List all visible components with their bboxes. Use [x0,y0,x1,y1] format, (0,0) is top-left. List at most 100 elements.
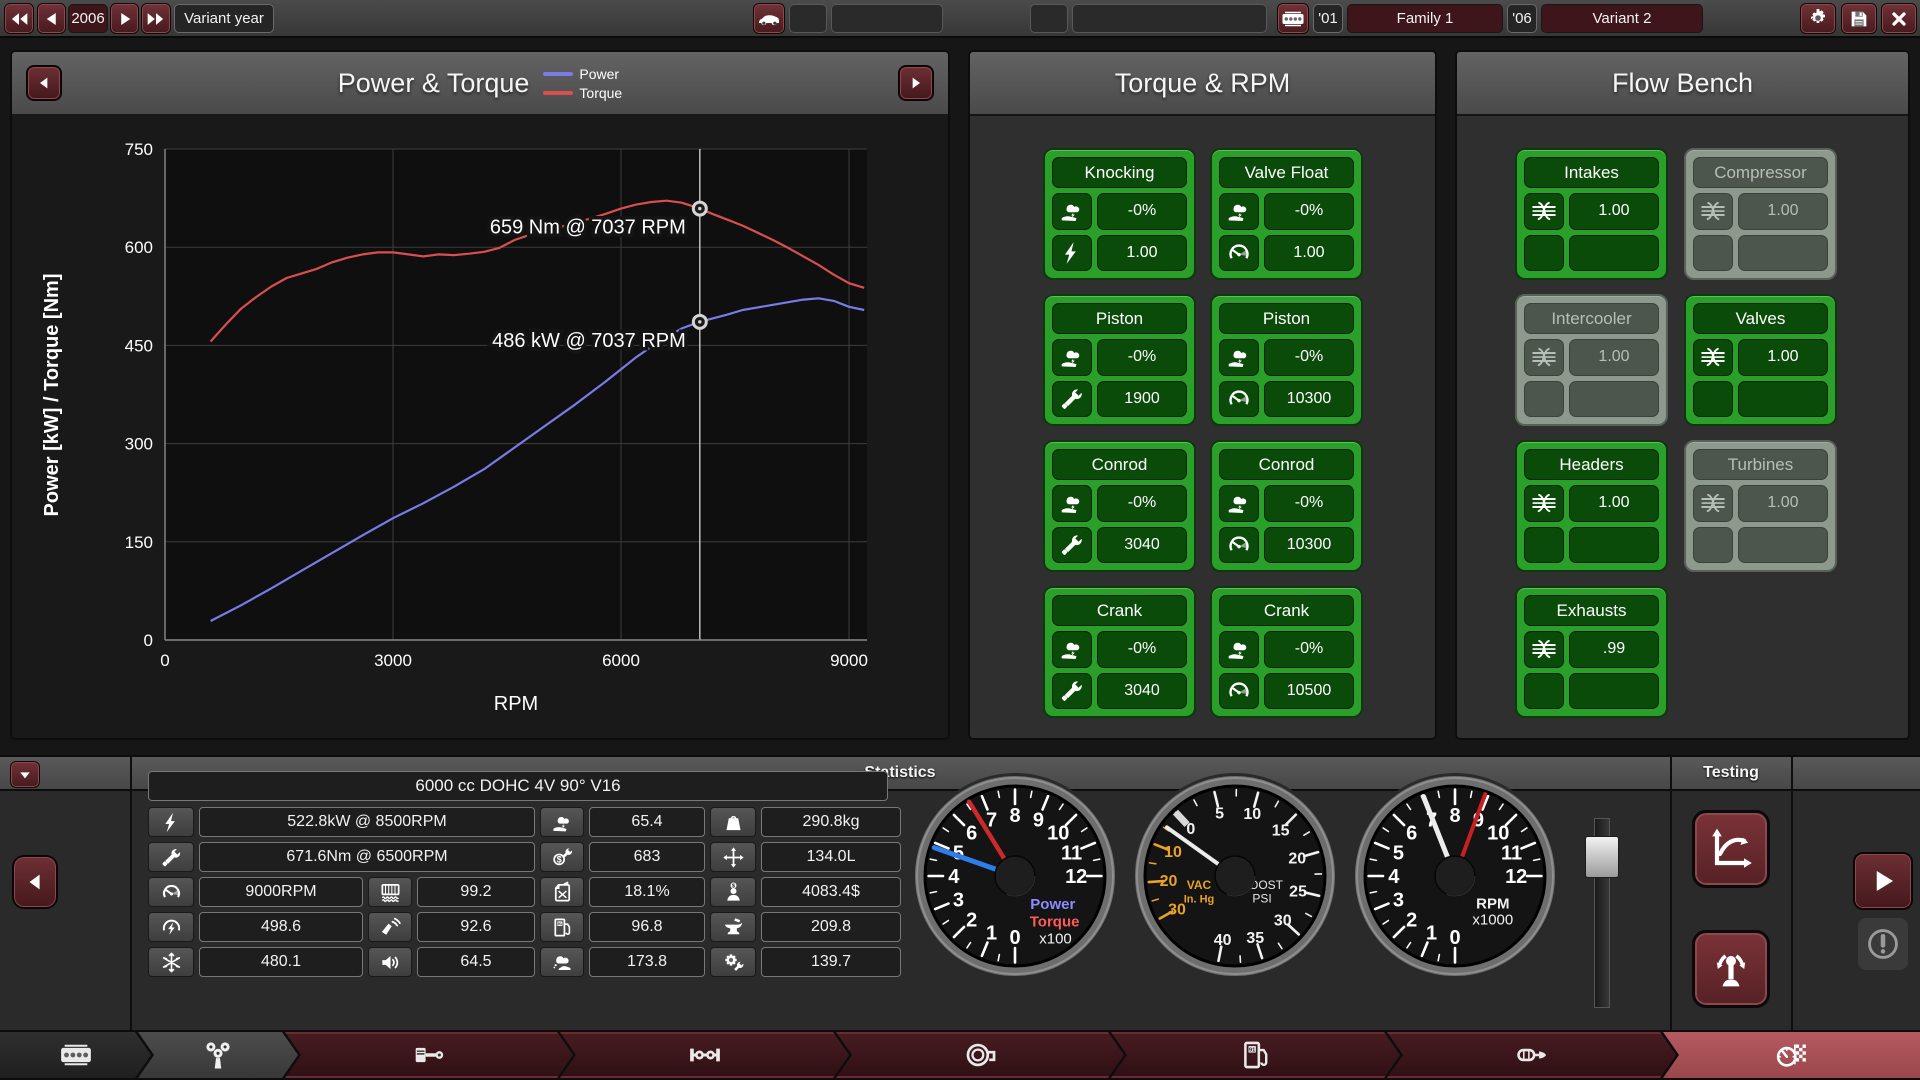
box-title: Piston [1052,303,1187,334]
knock-icon [1226,344,1252,370]
car-icon [757,7,781,31]
box-value: 1900 [1097,381,1187,418]
torque-icon [160,846,183,869]
empty-value-cell [1569,381,1659,418]
dyno-chart[interactable]: 01503004506007500300060009000RPMPower [k… [12,114,948,738]
left-arrow-icon [36,75,52,91]
tab-fuel-system[interactable]: 91 [1111,1032,1400,1078]
next-graph-button[interactable] [898,65,934,101]
variant-name-box[interactable]: Variant 2 [1541,4,1703,33]
empty-icon-cell [1693,235,1733,272]
trq-box-piston: Piston-0%10300 [1210,294,1363,426]
close-button[interactable] [1881,3,1917,34]
fuel-pump-icon: 91 [540,912,584,942]
svg-text:450: 450 [125,336,153,355]
box-value: -0% [1264,193,1354,230]
tab-engine-block[interactable] [0,1032,151,1078]
rewind-year-button[interactable] [4,3,34,34]
box-value: -0% [1264,485,1354,522]
box-icon-cell [1219,673,1259,710]
knock-icon [1226,198,1252,224]
save-button[interactable] [1841,3,1877,34]
flow-box-turbines: Turbines1.00 [1684,440,1837,572]
statistics-page-left-button[interactable] [12,855,58,909]
box-row: 10500 [1219,673,1354,710]
man-hours-icon: $ [722,881,745,904]
svg-text:0: 0 [1449,927,1460,949]
flow-box-intercooler: Intercooler1.00 [1515,294,1668,426]
svg-text:8: 8 [1449,805,1460,827]
radiator-icon [379,881,402,904]
throttle-test-button[interactable] [1692,930,1770,1008]
box-row: -0% [1219,631,1354,668]
svg-text:PSI: PSI [1252,892,1271,906]
power-torque-panel: Power & Torque Power Torque 015030045060… [10,50,950,740]
engine-family-button[interactable] [1277,3,1309,34]
close-icon [1889,9,1909,29]
box-value: -0% [1264,339,1354,376]
box-icon-cell [1052,527,1092,564]
previous-year-button[interactable] [37,3,66,34]
box-title: Conrod [1052,449,1187,480]
emissions-icon [551,951,574,974]
box-value: 10300 [1264,527,1354,564]
tab-exhaust[interactable] [1387,1032,1676,1078]
svg-text:RPM: RPM [1476,895,1509,912]
stat-value: 671.6Nm @ 6500RPM [199,842,535,872]
settings-button[interactable] [1800,3,1836,34]
gauge-icon [1226,386,1252,412]
chart-title: Power & Torque [338,68,530,99]
box-value: 10300 [1264,381,1354,418]
warnings-button[interactable] [1856,916,1910,972]
svg-text:5: 5 [1393,843,1404,865]
empty-icon-cell [1524,673,1564,710]
box-value: 1.00 [1738,485,1828,522]
dyno-graph-test-button[interactable] [1692,810,1770,888]
loudness-icon [379,951,402,974]
svg-text:$: $ [556,854,561,864]
wrench-icon [1059,386,1085,412]
tab-dyno-testing[interactable] [1663,1032,1920,1078]
svg-text:20: 20 [1288,851,1306,868]
svg-text:3000: 3000 [374,651,412,670]
next-year-button[interactable] [110,3,139,34]
tab-cylinder-head[interactable] [138,1032,298,1078]
chevron-down-icon [17,767,33,783]
throttle-slider-handle[interactable] [1585,836,1619,878]
tab-bottom-end[interactable] [285,1032,573,1078]
box-icon-cell [1524,485,1564,522]
box-row: -0% [1052,193,1187,230]
svg-text:3: 3 [953,889,964,911]
fast-forward-year-button[interactable] [141,3,171,34]
knock-icon [1226,636,1252,662]
gauge-icon [1226,240,1252,266]
tab-aspiration[interactable] [836,1032,1124,1078]
right-arrow-icon [908,75,924,91]
tab-crankshaft[interactable] [560,1032,849,1078]
empty-value-cell [1569,527,1659,564]
svg-text:4: 4 [1388,866,1400,888]
stat-value: 65.4 [589,807,705,837]
response-icon [148,912,194,942]
knock-icon [1059,490,1085,516]
flow-bench-grid: Intakes1.00Compressor1.00Intercooler1.00… [1515,148,1839,718]
empty-value-cell [1569,235,1659,272]
stat-value: 64.5 [417,947,535,977]
knock-icon [1059,198,1085,224]
run-test-button[interactable] [1853,852,1913,910]
empty-icon-cell [1524,381,1564,418]
airflow-icon [1531,490,1557,516]
chart-legend: Power Torque [543,66,622,101]
airflow-icon [1531,198,1557,224]
left-arrow-icon [24,871,46,893]
boost-gauge: 0510152025303540102030VACIn. HgBOOSTPSI [1129,770,1341,982]
previous-graph-button[interactable] [26,65,62,101]
collapse-statistics-button[interactable] [10,761,40,788]
family-name-box[interactable]: Family 1 [1347,4,1503,33]
empty-value-cell [1738,527,1828,564]
box-row [1693,381,1828,418]
svg-text:12: 12 [1065,866,1087,888]
wrench-icon [1059,532,1085,558]
car-model-button[interactable] [753,3,785,34]
box-row: -0% [1052,631,1187,668]
